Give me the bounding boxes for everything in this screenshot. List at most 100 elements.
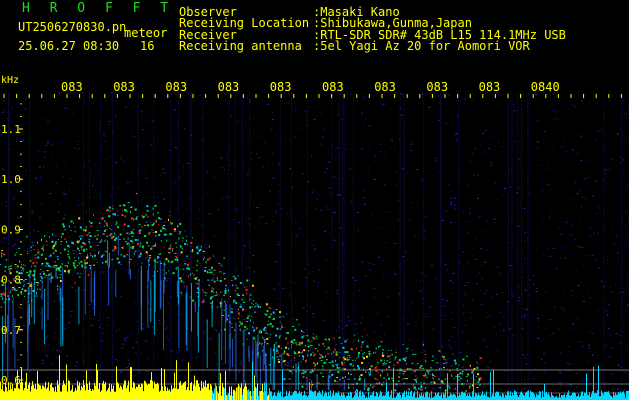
noise-pixel [310, 346, 312, 348]
noise-pixel [414, 188, 416, 190]
noise-pixel [410, 302, 412, 304]
noise-pixel [51, 157, 53, 159]
baseline-bar [149, 383, 150, 400]
baseline-bar [351, 392, 352, 400]
baseline-bar [406, 391, 407, 400]
noise-pixel [345, 198, 347, 200]
echo-pixel [269, 322, 272, 325]
echo-pixel [48, 278, 51, 280]
baseline-bar [272, 396, 273, 400]
baseline-bar [74, 391, 75, 400]
noise-column [8, 92, 10, 400]
baseline-bar [520, 392, 521, 400]
baseline-bar [231, 386, 232, 400]
baseline-bar [93, 390, 94, 400]
baseline-bar [403, 392, 404, 400]
noise-pixel [428, 315, 430, 317]
echo-pixel [459, 372, 462, 375]
baseline-bar [305, 395, 306, 400]
noise-pixel [378, 154, 380, 156]
echo-pixel [275, 334, 278, 337]
baseline-bar [362, 391, 363, 400]
noise-pixel [174, 146, 177, 148]
echo-pixel [228, 289, 230, 292]
echo-pixel [86, 248, 88, 251]
noise-pixel [536, 298, 538, 300]
echo-pixel [166, 239, 168, 242]
baseline-bar [207, 384, 208, 400]
noise-pixel [339, 227, 342, 229]
echo-pixel [394, 357, 396, 360]
noise-pixel [91, 185, 94, 187]
noise-pixel [444, 373, 446, 375]
baseline-bar [248, 389, 249, 400]
baseline-bar [614, 395, 615, 400]
echo-pixel [311, 340, 313, 342]
baseline-bar [484, 393, 485, 400]
noise-pixel [471, 153, 474, 154]
noise-pixel [443, 319, 445, 321]
noise-pixel [393, 226, 395, 228]
noise-column [306, 92, 308, 400]
noise-pixel [588, 347, 591, 349]
noise-pixel [126, 352, 127, 354]
noise-pixel [505, 173, 507, 175]
echo-pixel [198, 249, 200, 251]
echo-pixel [406, 378, 408, 380]
noise-pixel [109, 168, 111, 170]
echo-pixel [268, 316, 271, 318]
baseline-bar [508, 391, 509, 400]
noise-pixel [270, 280, 272, 282]
echo-pixel [177, 259, 179, 262]
baseline-bar [38, 383, 39, 400]
noise-pixel [532, 314, 533, 316]
noise-pixel [441, 345, 443, 347]
noise-pixel [126, 367, 128, 369]
echo-pixel [220, 304, 222, 306]
frequency-tick-label: 1.1 [1, 123, 21, 136]
echo-streak [255, 339, 257, 377]
echo-pixel [76, 240, 79, 243]
noise-pixel [485, 346, 488, 348]
echo-pixel [366, 334, 368, 336]
noise-pixel [355, 328, 358, 330]
baseline-bar [29, 382, 30, 400]
echo-pixel [73, 222, 74, 224]
noise-pixel [363, 329, 365, 331]
baseline-bar [461, 391, 462, 400]
noise-pixel [294, 136, 296, 138]
baseline-bar [363, 393, 364, 400]
echo-pixel [388, 366, 391, 369]
baseline-bar [605, 391, 606, 400]
time-tick-label: 083 [322, 80, 344, 94]
echo-pixel [59, 277, 62, 279]
baseline-bar [94, 382, 95, 400]
baseline-bar [117, 382, 118, 400]
echo-pixel [146, 209, 149, 211]
noise-pixel [15, 261, 17, 262]
echo-streak [248, 345, 250, 358]
noise-pixel [203, 345, 205, 346]
noise-pixel [451, 292, 453, 294]
baseline-bar [68, 380, 69, 400]
baseline-bar [79, 382, 80, 400]
echo-pixel [135, 218, 137, 219]
noise-pixel [574, 106, 576, 108]
noise-pixel [441, 372, 443, 374]
noise-pixel [304, 209, 306, 211]
echo-pixel [9, 290, 11, 293]
noise-pixel [588, 293, 590, 295]
echo-pixel [66, 266, 68, 268]
noise-pixel [569, 287, 571, 289]
noise-pixel [553, 306, 556, 308]
baseline-bar [567, 392, 568, 400]
echo-pixel [427, 372, 429, 375]
noise-pixel [243, 245, 246, 247]
echo-pixel [366, 345, 369, 348]
baseline-bar [281, 396, 282, 400]
noise-pixel [236, 208, 238, 210]
baseline-bar [4, 391, 5, 400]
echo-pixel [249, 306, 252, 309]
noise-pixel [361, 138, 363, 140]
noise-pixel [72, 253, 75, 254]
